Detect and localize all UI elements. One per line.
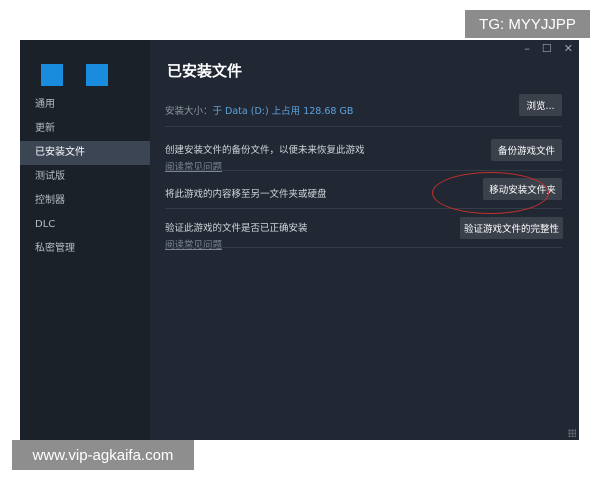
sidebar-item-controller[interactable]: 控制器 xyxy=(20,189,150,213)
sidebar-item-dlc[interactable]: DLC xyxy=(20,213,150,237)
install-size-label: 安装大小： xyxy=(165,106,213,117)
move-description: 将此游戏的内容移至另一文件夹或硬盘 xyxy=(165,189,327,200)
logo-square-right xyxy=(86,64,108,86)
close-icon[interactable]: ✕ xyxy=(564,42,573,55)
divider xyxy=(165,126,562,127)
verify-faq-link[interactable]: 阅读常见问题 xyxy=(165,237,562,251)
watermark-bottom: www.vip-agkaifa.com xyxy=(12,440,194,470)
minimize-icon[interactable]: – xyxy=(524,42,530,55)
sidebar-item-general[interactable]: 通用 xyxy=(20,93,150,117)
verify-description: 验证此游戏的文件是否已正确安装 xyxy=(165,223,308,234)
backup-description: 创建安装文件的备份文件，以便未来恢复此游戏 xyxy=(165,145,365,156)
sidebar-item-betas[interactable]: 测试版 xyxy=(20,165,150,189)
sidebar-item-privacy[interactable]: 私密管理 xyxy=(20,237,150,261)
resize-grip-icon[interactable] xyxy=(568,429,576,437)
move-install-folder-button[interactable]: 移动安装文件夹 xyxy=(483,178,562,200)
backup-game-files-button[interactable]: 备份游戏文件 xyxy=(491,139,562,161)
divider xyxy=(165,170,562,171)
browse-button[interactable]: 浏览... xyxy=(519,94,562,116)
main-panel: – ☐ ✕ 已安装文件 安装大小：于 Data (D:) 上占用 128.68 … xyxy=(150,40,579,440)
divider xyxy=(165,247,562,248)
divider xyxy=(165,208,562,209)
maximize-icon[interactable]: ☐ xyxy=(542,42,552,55)
install-size-value: 于 Data (D:) 上占用 128.68 GB xyxy=(212,106,354,117)
watermark-top: TG: MYYJJPP xyxy=(465,10,590,38)
logo-square-left xyxy=(41,64,63,86)
steam-properties-window: 通用 更新 已安装文件 测试版 控制器 DLC 私密管理 – ☐ ✕ 已安装文件… xyxy=(20,40,579,440)
window-controls: – ☐ ✕ xyxy=(524,42,573,55)
verify-game-files-button[interactable]: 验证游戏文件的完整性 xyxy=(460,217,563,239)
page-title: 已安装文件 xyxy=(167,62,243,80)
install-size-row: 安装大小：于 Data (D:) 上占用 128.68 GB xyxy=(165,99,562,118)
sidebar-item-updates[interactable]: 更新 xyxy=(20,117,150,141)
sidebar-item-installed-files[interactable]: 已安装文件 xyxy=(20,141,150,165)
sidebar: 通用 更新 已安装文件 测试版 控制器 DLC 私密管理 xyxy=(20,40,150,440)
sidebar-nav: 通用 更新 已安装文件 测试版 控制器 DLC 私密管理 xyxy=(20,93,150,261)
